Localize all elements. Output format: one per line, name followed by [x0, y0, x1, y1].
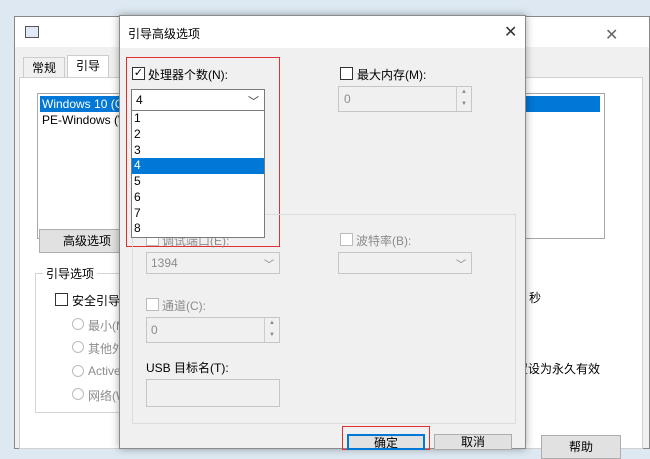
radio-network[interactable]	[72, 388, 84, 400]
max-memory-spinbox[interactable]: 0 ▲ ▼	[338, 86, 472, 112]
chevron-down-icon[interactable]: ﹀	[248, 93, 259, 109]
processor-count-checkbox[interactable]: ✓	[132, 67, 145, 80]
radio-alternate-shell[interactable]	[72, 341, 84, 353]
dropdown-option-selected[interactable]: 4	[132, 158, 264, 174]
help-button[interactable]: 帮助	[541, 435, 621, 459]
processor-count-dropdown[interactable]: 1 2 3 4 5 6 7 8	[131, 110, 265, 238]
dropdown-option[interactable]: 3	[132, 143, 264, 159]
dialog-title: 引导高级选项	[128, 27, 201, 41]
dropdown-option[interactable]: 6	[132, 190, 264, 206]
processor-count-value: 4	[136, 93, 143, 107]
make-permanent-label: 置设为永久有效	[516, 362, 601, 376]
radio-minimal[interactable]	[72, 318, 84, 330]
chevron-down-icon[interactable]: ﹀	[456, 256, 466, 271]
tab-boot[interactable]: 引导	[67, 55, 110, 79]
dropdown-option[interactable]: 2	[132, 127, 264, 143]
baud-rate-combobox[interactable]: ﹀	[338, 252, 472, 274]
tab-general[interactable]: 常规	[23, 57, 66, 79]
processor-count-label: 处理器个数(N):	[148, 68, 228, 82]
usb-target-label: USB 目标名(T):	[146, 361, 229, 375]
close-icon[interactable]: ✕	[504, 22, 517, 42]
channel-checkbox[interactable]	[146, 298, 159, 311]
channel-spinbox[interactable]: 0 ▲ ▼	[146, 317, 280, 343]
dropdown-option[interactable]: 5	[132, 174, 264, 190]
debug-port-combobox[interactable]: 1394 ﹀	[146, 252, 280, 274]
radio-active-directory-label: Active	[88, 364, 121, 378]
debug-port-value: 1394	[151, 256, 178, 270]
app-monitor-icon	[25, 26, 39, 38]
safe-boot-checkbox[interactable]	[55, 293, 68, 306]
baud-rate-label: 波特率(B):	[356, 234, 412, 248]
baud-rate-checkbox[interactable]	[340, 233, 353, 246]
cancel-button[interactable]: 取消	[434, 434, 512, 450]
timeout-seconds-label: 秒	[529, 291, 542, 305]
dropdown-option[interactable]: 8	[132, 221, 264, 237]
radio-active-directory[interactable]	[72, 365, 84, 377]
channel-spinner[interactable]: ▲ ▼	[264, 318, 279, 342]
dialog-titlebar: 引导高级选项 ✕	[120, 16, 525, 48]
boot-advanced-options-dialog: 引导高级选项 ✕ ✓ 处理器个数(N): 4 ﹀ 最大内存(M): 0 ▲ ▼ 调…	[119, 15, 526, 450]
processor-count-combobox[interactable]: 4 ﹀	[131, 89, 265, 111]
ok-button[interactable]: 确定	[347, 434, 425, 450]
channel-label: 通道(C):	[162, 299, 206, 313]
chevron-down-icon[interactable]: ﹀	[264, 256, 274, 271]
dropdown-option[interactable]: 7	[132, 206, 264, 222]
close-icon[interactable]: ✕	[605, 25, 618, 45]
safe-boot-label: 安全引导(	[72, 294, 124, 308]
channel-value: 0	[151, 323, 158, 337]
boot-options-legend: 引导选项	[43, 265, 98, 282]
max-memory-checkbox[interactable]	[340, 67, 353, 80]
dropdown-option[interactable]: 1	[132, 111, 264, 127]
max-memory-spinner[interactable]: ▲ ▼	[456, 87, 471, 111]
max-memory-label: 最大内存(M):	[357, 68, 427, 82]
max-memory-value: 0	[344, 92, 351, 106]
usb-target-input[interactable]	[146, 379, 280, 407]
